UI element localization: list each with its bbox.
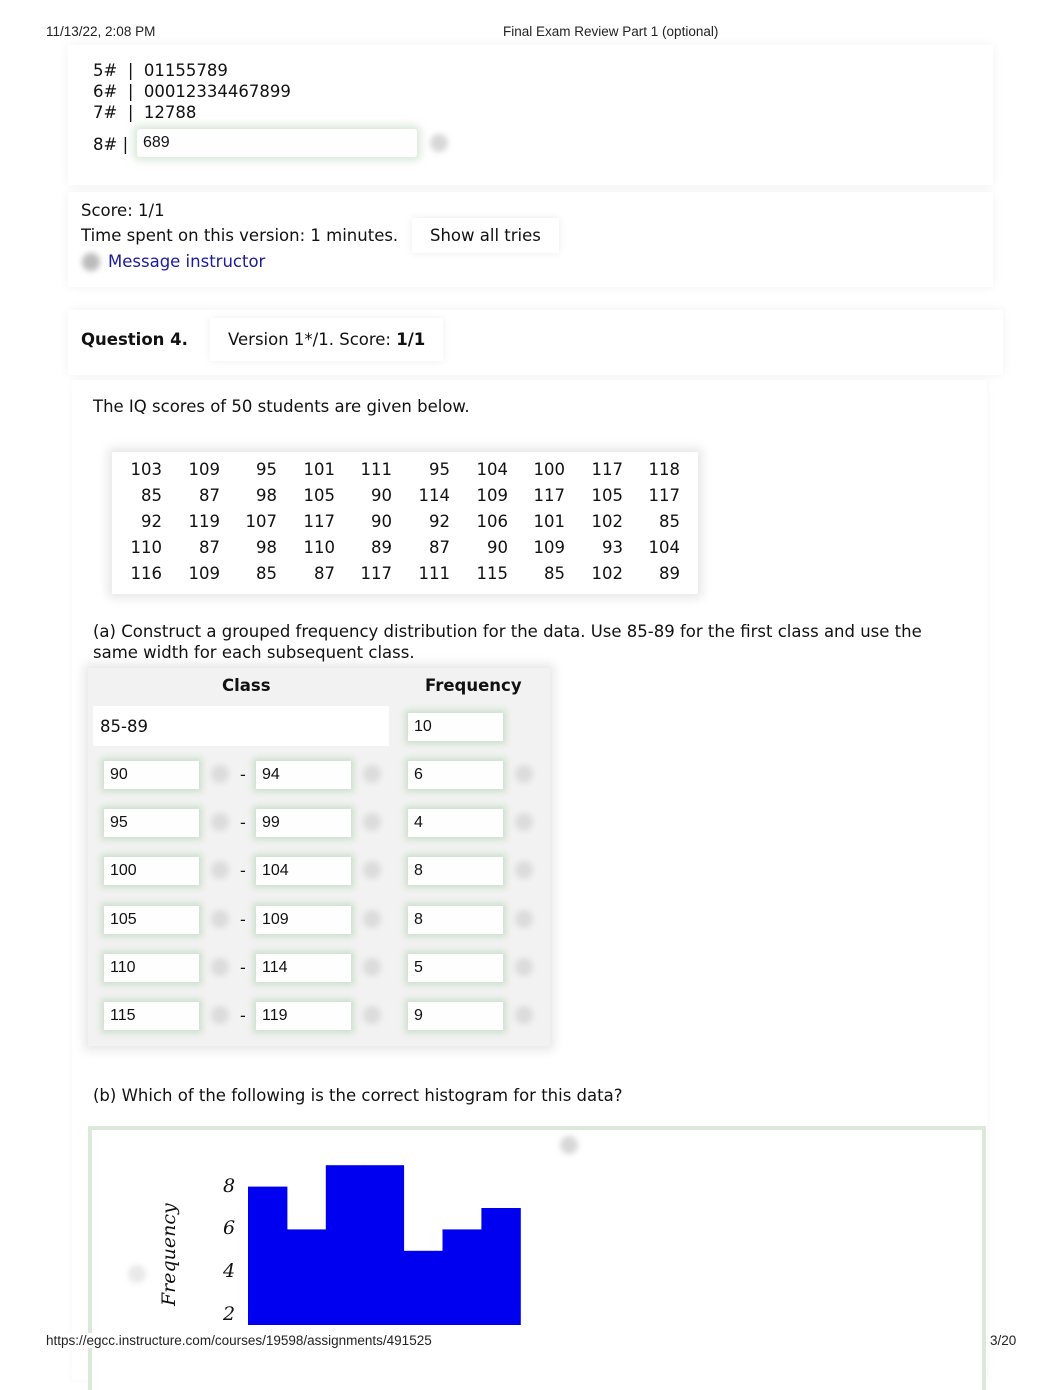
histogram-bar bbox=[403, 1250, 443, 1325]
histogram-bar bbox=[286, 1229, 327, 1325]
histogram-bar bbox=[248, 1186, 288, 1325]
print-url: https://egcc.instructure.com/courses/195… bbox=[46, 1333, 432, 1348]
print-page-number: 3/20 bbox=[990, 1333, 1017, 1348]
histogram-bar bbox=[481, 1208, 521, 1325]
histogram-chart bbox=[248, 1165, 521, 1325]
histogram-bar bbox=[442, 1229, 482, 1325]
histogram-bar bbox=[364, 1165, 405, 1325]
histogram-bar bbox=[325, 1165, 366, 1325]
